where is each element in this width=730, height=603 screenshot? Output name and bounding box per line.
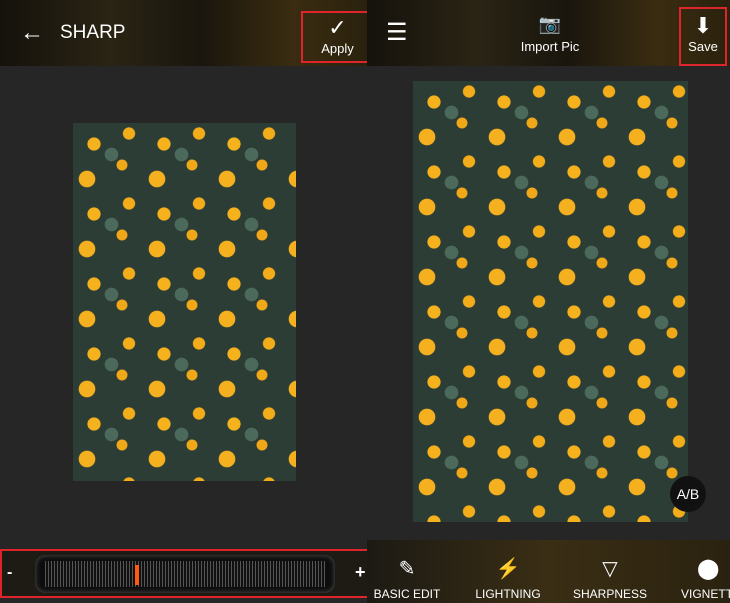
vignette-icon: ⬤	[697, 558, 720, 580]
sharpness-icon: ▽	[602, 558, 618, 580]
tool-basic-edit[interactable]: ✎ BASIC EDIT	[367, 556, 447, 601]
ab-compare-button[interactable]: A/B	[670, 476, 706, 512]
check-icon: ✓	[328, 15, 347, 40]
add-photo-icon: 📷	[538, 14, 562, 34]
plus-label: +	[355, 562, 366, 582]
download-icon: ⬇	[693, 13, 713, 38]
back-arrow-icon[interactable]: ←	[20, 19, 44, 47]
apply-button[interactable]: ✓ Apply	[301, 11, 374, 63]
menu-icon[interactable]: ☰	[386, 18, 408, 47]
import-pic-button[interactable]: 📷 Import Pic	[515, 14, 585, 54]
tool-vignette[interactable]: ⬤VIGNETTE	[671, 556, 730, 601]
edit-icon: ✎	[398, 558, 416, 580]
preview-image	[73, 123, 296, 481]
tool-sharpness[interactable]: ▽ SHARPNESS	[570, 556, 650, 601]
slider-handle[interactable]	[134, 565, 139, 585]
minus-label: -	[7, 564, 13, 581]
page-title: SHARP	[60, 22, 126, 43]
slider-ticks	[45, 561, 325, 587]
lightning-icon: ⚡	[495, 558, 521, 580]
tool-lightning[interactable]: ⚡ LIGHTNING	[468, 556, 548, 601]
slider-track[interactable]	[35, 555, 335, 593]
result-image	[413, 81, 688, 522]
sharpness-slider[interactable]: - +	[0, 549, 369, 598]
save-button[interactable]: ⬇ Save	[679, 7, 727, 66]
